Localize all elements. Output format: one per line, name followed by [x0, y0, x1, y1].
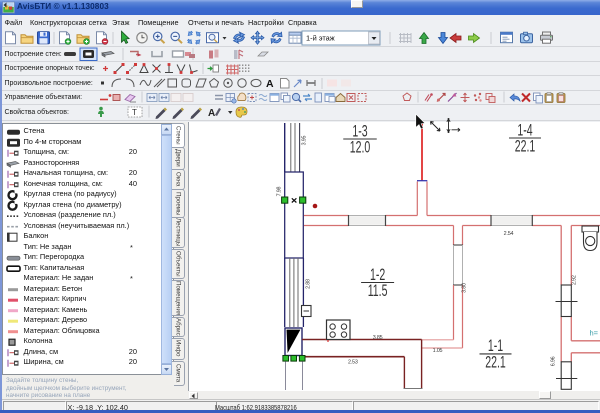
svg-text:3.80: 3.80	[461, 283, 467, 293]
svg-text:12.0: 12.0	[350, 137, 371, 156]
svg-text:2.88: 2.88	[306, 279, 312, 289]
svg-text:3.95: 3.95	[302, 135, 308, 145]
svg-text:T: T	[132, 108, 137, 117]
svg-text:11.5: 11.5	[368, 281, 388, 300]
svg-text:h=: h=	[590, 329, 599, 338]
svg-text:22.1: 22.1	[515, 136, 536, 155]
svg-text:1.05: 1.05	[433, 348, 443, 354]
svg-text:7.98: 7.98	[276, 186, 282, 196]
svg-text:22.1: 22.1	[485, 352, 506, 371]
svg-text:6.96: 6.96	[551, 356, 557, 366]
svg-text:2.53: 2.53	[348, 360, 358, 366]
svg-text:2.92: 2.92	[571, 275, 577, 285]
svg-text:A: A	[266, 78, 274, 90]
svg-text:A: A	[208, 108, 215, 119]
svg-text:1-й этаж: 1-й этаж	[306, 34, 335, 43]
svg-text:2.54: 2.54	[504, 231, 514, 237]
svg-text:3.85: 3.85	[373, 335, 383, 341]
